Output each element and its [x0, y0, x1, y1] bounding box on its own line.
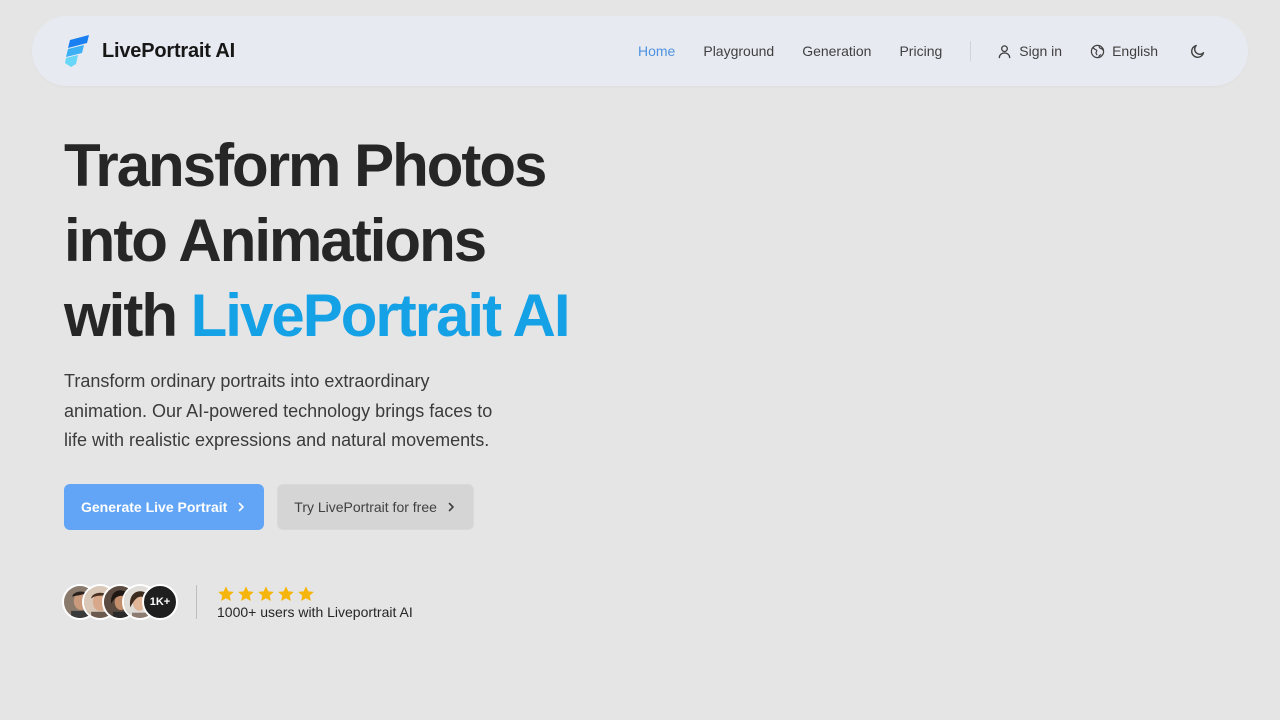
user-icon	[998, 44, 1011, 58]
top-navbar: LivePortrait AI Home Playground Generati…	[32, 16, 1248, 86]
try-free-button[interactable]: Try LivePortrait for free	[277, 483, 474, 530]
sign-in-button[interactable]: Sign in	[983, 43, 1076, 59]
star-rating	[217, 585, 413, 603]
nav-divider	[970, 41, 972, 61]
brand-home-link[interactable]: LivePortrait AI	[64, 34, 235, 68]
moon-icon	[1190, 44, 1205, 59]
star-icon	[298, 585, 314, 601]
nav-link-pricing[interactable]: Pricing	[885, 43, 956, 59]
social-divider	[196, 585, 197, 619]
rating-text: 1000+ users with Liveportrait AI	[217, 603, 413, 620]
hero-description: Transform ordinary portraits into extrao…	[64, 371, 493, 450]
nav-link-generation[interactable]: Generation	[788, 43, 885, 59]
generate-live-portrait-button[interactable]: Generate Live Portrait	[64, 483, 265, 530]
avatar-count-badge: 1K+	[142, 584, 178, 620]
star-icon	[218, 585, 234, 601]
user-avatars: 1K+	[62, 584, 178, 620]
language-selector[interactable]: English	[1076, 43, 1172, 59]
try-free-button-label: Try LivePortrait for free	[294, 498, 437, 515]
chevron-right-icon	[448, 502, 454, 511]
hero-title-line-3: with LivePortrait AI	[64, 278, 664, 353]
hero-title-line-1: Transform Photos	[64, 132, 547, 199]
liveportrait-logo-icon	[65, 35, 89, 67]
generate-button-label: Generate Live Portrait	[81, 498, 228, 515]
brand-name: LivePortrait AI	[102, 39, 235, 62]
main-nav: Home Playground Generation Pricing Sign …	[624, 33, 1216, 69]
star-icon	[238, 585, 254, 601]
nav-link-home[interactable]: Home	[624, 43, 689, 59]
globe-icon	[1090, 44, 1105, 58]
hero-title-line-2: into Animations	[64, 207, 487, 274]
star-icon	[278, 585, 294, 601]
hero-title-accent: LivePortrait AI	[190, 282, 571, 349]
chevron-right-icon	[238, 502, 245, 511]
social-proof: 1K+ 1000+ users with Liveportrait AI	[62, 584, 413, 620]
rating: 1000+ users with Liveportrait AI	[217, 585, 413, 620]
theme-toggle-button[interactable]	[1180, 33, 1216, 69]
star-icon	[258, 585, 274, 601]
hero-title: Transform Photos into Animations with Li…	[64, 128, 664, 353]
nav-link-playground[interactable]: Playground	[689, 43, 788, 59]
language-label: English	[1112, 43, 1158, 59]
cta-row: Generate Live Portrait Try LivePortrait …	[64, 483, 664, 530]
sign-in-label: Sign in	[1019, 43, 1063, 59]
hero-title-prefix: with	[64, 282, 178, 349]
hero-section: Transform Photos into Animations with Li…	[64, 128, 664, 530]
